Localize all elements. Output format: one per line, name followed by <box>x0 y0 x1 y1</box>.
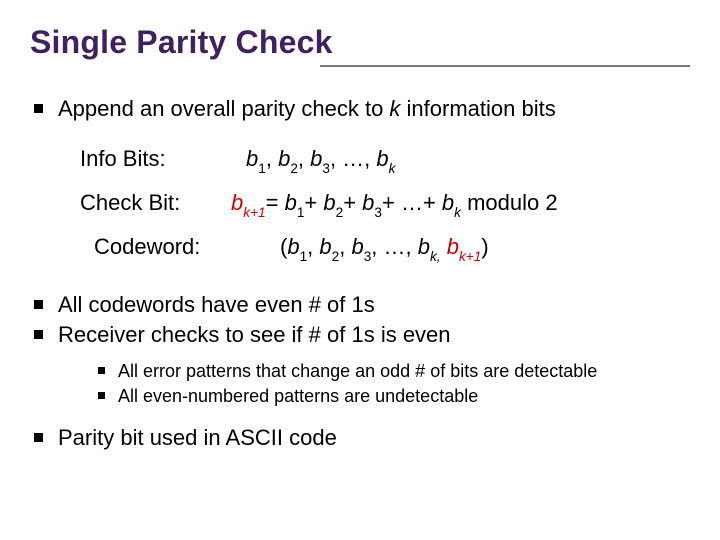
bullet-list-1: Append an overall parity check to k info… <box>30 95 690 124</box>
value-check-bit: bk+1= b1+ b2+ b3+ …+ bk modulo 2 <box>231 190 690 218</box>
label-info-bits: Info Bits: <box>80 146 246 172</box>
slide-title: Single Parity Check <box>30 24 690 61</box>
bullet-even-ones: All codewords have even # of 1s <box>30 291 690 320</box>
var-k: k <box>389 96 400 121</box>
sub-bullet-detectable: All error patterns that change an odd # … <box>96 360 690 383</box>
title-underline <box>320 65 690 67</box>
bullet-append-post: information bits <box>400 96 555 121</box>
label-check-bit: Check Bit: <box>80 190 231 216</box>
value-codeword: (b1, b2, b3, …, bk, bk+1) <box>280 234 690 262</box>
bullet-ascii-parity: Parity bit used in ASCII code <box>30 424 690 453</box>
row-codeword: Codeword: (b1, b2, b3, …, bk, bk+1) <box>80 234 690 262</box>
bullet-receiver-check: Receiver checks to see if # of 1s is eve… <box>30 321 690 408</box>
sub-bullet-list: All error patterns that change an odd # … <box>58 360 690 408</box>
row-info-bits: Info Bits: b1, b2, b3, …, bk <box>80 146 690 174</box>
slide: Single Parity Check Append an overall pa… <box>0 0 720 540</box>
definitions-block: Info Bits: b1, b2, b3, …, bk Check Bit: … <box>80 146 690 263</box>
row-check-bit: Check Bit: bk+1= b1+ b2+ b3+ …+ bk modul… <box>80 190 690 218</box>
bullet-append-pre: Append an overall parity check to <box>58 96 389 121</box>
value-info-bits: b1, b2, b3, …, bk <box>246 146 690 174</box>
sub-bullet-undetectable: All even-numbered patterns are undetecta… <box>96 385 690 408</box>
label-codeword: Codeword: <box>80 234 280 260</box>
bullet-append: Append an overall parity check to k info… <box>30 95 690 124</box>
bullet-list-2: All codewords have even # of 1s Receiver… <box>30 291 690 453</box>
